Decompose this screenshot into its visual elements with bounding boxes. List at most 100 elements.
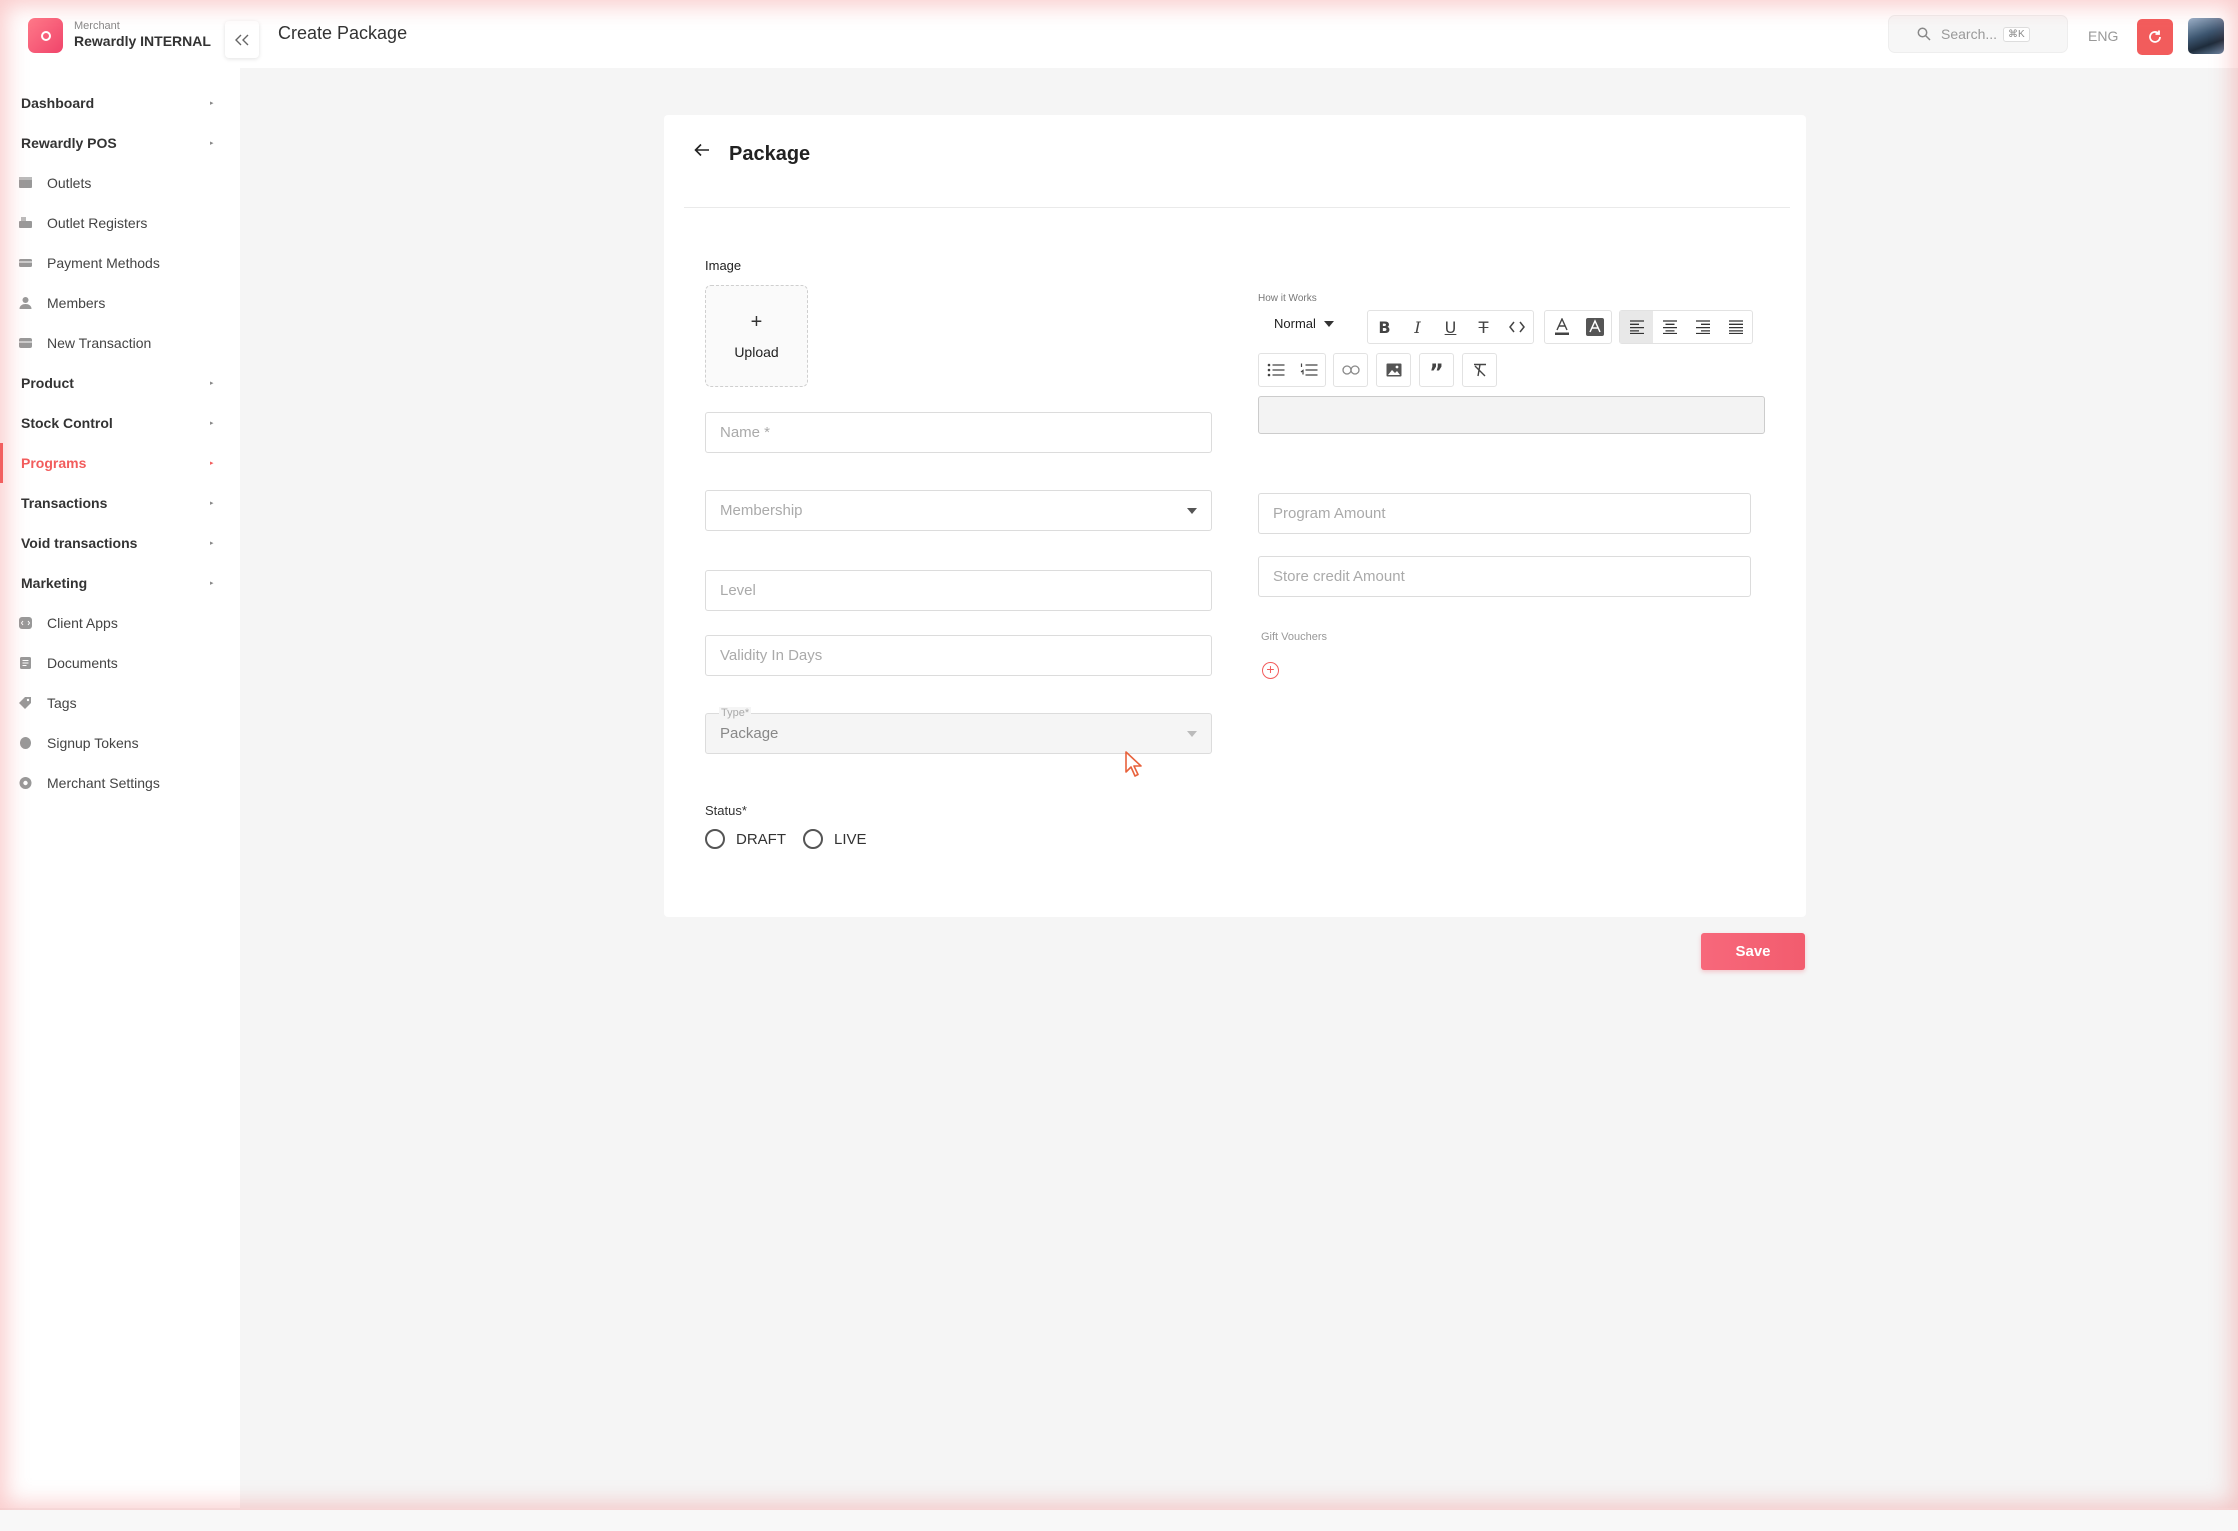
sidebar-item-label: Stock Control [21, 415, 113, 431]
sidebar-item-tags[interactable]: Tags [0, 683, 240, 723]
link-button[interactable] [1334, 354, 1367, 386]
status-draft-radio[interactable]: DRAFT [705, 829, 786, 849]
align-toolbar-group [1619, 310, 1753, 344]
sidebar-item-outlet-registers[interactable]: Outlet Registers [0, 203, 240, 243]
type-select[interactable]: Package [705, 713, 1212, 754]
bold-button[interactable]: B [1368, 311, 1401, 343]
level-input[interactable]: Level [705, 570, 1212, 611]
quote-toolbar-group: ” [1419, 353, 1454, 387]
underline-button[interactable]: U [1434, 311, 1467, 343]
align-left-button[interactable] [1620, 311, 1653, 343]
highlight-button[interactable] [1578, 311, 1611, 343]
store-credit-input[interactable]: Store credit Amount [1258, 556, 1751, 597]
align-right-button[interactable] [1686, 311, 1719, 343]
text-color-icon [1554, 318, 1569, 335]
sidebar-item-signup-tokens[interactable]: Signup Tokens [0, 723, 240, 763]
search-placeholder: Search... [1941, 26, 1998, 42]
text-style-select[interactable]: Normal [1274, 316, 1334, 331]
sidebar-item-programs[interactable]: Programs ▸ [0, 443, 240, 483]
image-label: Image [705, 258, 742, 273]
store-credit-placeholder: Store credit Amount [1273, 568, 1405, 585]
sidebar-item-stock-control[interactable]: Stock Control ▸ [0, 403, 240, 443]
text-style-value: Normal [1274, 316, 1316, 331]
sidebar-item-label: Payment Methods [47, 255, 160, 271]
code-button[interactable] [1500, 311, 1533, 343]
insert-image-button[interactable] [1377, 354, 1410, 386]
sidebar-item-transactions[interactable]: Transactions ▸ [0, 483, 240, 523]
caret-right-icon: ▸ [210, 540, 214, 547]
link-icon [1341, 365, 1360, 375]
align-center-button[interactable] [1653, 311, 1686, 343]
sidebar-item-label: Dashboard [21, 95, 95, 111]
user-avatar[interactable] [2188, 18, 2224, 54]
align-justify-icon [1728, 320, 1743, 334]
validity-input[interactable]: Validity In Days [705, 635, 1212, 676]
sidebar-item-merchant-settings[interactable]: Merchant Settings [0, 763, 240, 803]
blockquote-button[interactable]: ” [1420, 354, 1453, 386]
merchant-name[interactable]: Rewardly INTERNAL [74, 33, 211, 49]
text-color-button[interactable] [1545, 311, 1578, 343]
caret-right-icon: ▸ [210, 420, 214, 427]
refresh-button[interactable] [2137, 19, 2173, 55]
chevron-down-icon [1187, 508, 1197, 514]
divider [684, 207, 1790, 208]
logo-icon [40, 30, 51, 41]
brand-logo[interactable] [28, 18, 63, 53]
status-live-label: LIVE [834, 830, 867, 848]
name-placeholder: Name * [720, 424, 771, 441]
link-toolbar-group [1333, 353, 1368, 387]
bullet-list-button[interactable] [1259, 354, 1292, 386]
sidebar-item-client-apps[interactable]: Client Apps [0, 603, 240, 643]
gift-vouchers-label: Gift Vouchers [1261, 631, 1328, 643]
search-icon [1917, 27, 1931, 41]
clear-format-button[interactable] [1463, 354, 1496, 386]
add-gift-voucher-button[interactable]: + [1262, 662, 1279, 679]
sidebar-item-rewardly-pos[interactable]: Rewardly POS ▸ [0, 123, 240, 163]
type-value: Package [720, 725, 779, 742]
caret-right-icon: ▸ [210, 100, 214, 107]
italic-icon: I [1414, 317, 1421, 337]
color-toolbar-group [1544, 310, 1612, 344]
back-arrow-icon[interactable] [694, 143, 710, 157]
numbered-list-button[interactable] [1292, 354, 1325, 386]
register-icon [18, 217, 33, 230]
language-selector[interactable]: ENG [2088, 28, 2118, 44]
sidebar-item-label: Members [47, 295, 106, 311]
sidebar-item-dashboard[interactable]: Dashboard ▸ [0, 83, 240, 123]
program-amount-input[interactable]: Program Amount [1258, 493, 1751, 534]
sidebar-item-product[interactable]: Product ▸ [0, 363, 240, 403]
page-title: Create Package [278, 23, 408, 43]
how-it-works-editor[interactable] [1258, 396, 1765, 434]
sidebar-item-void-transactions[interactable]: Void transactions ▸ [0, 523, 240, 563]
italic-button[interactable]: I [1401, 311, 1434, 343]
sidebar-item-label: Programs [21, 455, 87, 471]
align-justify-button[interactable] [1719, 311, 1752, 343]
status-live-radio[interactable]: LIVE [803, 829, 867, 849]
sidebar-item-members[interactable]: Members [0, 283, 240, 323]
name-input[interactable]: Name * [705, 412, 1212, 453]
collapse-sidebar-button[interactable] [225, 21, 259, 58]
save-button[interactable]: Save [1701, 933, 1805, 970]
search-shortcut: ⌘K [2003, 26, 2030, 42]
sidebar-item-label: Client Apps [47, 615, 118, 631]
top-bar: Merchant Rewardly INTERNAL Create Packag… [0, 0, 2238, 68]
chevron-down-icon [1323, 320, 1334, 327]
sidebar-item-marketing[interactable]: Marketing ▸ [0, 563, 240, 603]
double-chevron-left-icon [235, 34, 249, 45]
sidebar-item-new-transaction[interactable]: New Transaction [0, 323, 240, 363]
sidebar-item-outlets[interactable]: Outlets [0, 163, 240, 203]
caret-right-icon: ▸ [210, 380, 214, 387]
membership-select[interactable]: Membership [705, 490, 1212, 531]
align-center-icon [1662, 320, 1677, 334]
settings-icon [18, 777, 33, 790]
sidebar-item-payment-methods[interactable]: Payment Methods [0, 243, 240, 283]
sidebar-item-label: Transactions [21, 495, 108, 511]
code-icon [1508, 321, 1525, 333]
status-draft-label: DRAFT [736, 830, 786, 848]
sidebar-item-label: Tags [47, 695, 77, 711]
image-upload-button[interactable]: + Upload [705, 285, 808, 387]
sidebar-item-documents[interactable]: Documents [0, 643, 240, 683]
search-input[interactable]: Search... ⌘K [1888, 15, 2068, 53]
sidebar-item-label: Signup Tokens [47, 735, 139, 751]
strikethrough-button[interactable]: T [1467, 311, 1500, 343]
